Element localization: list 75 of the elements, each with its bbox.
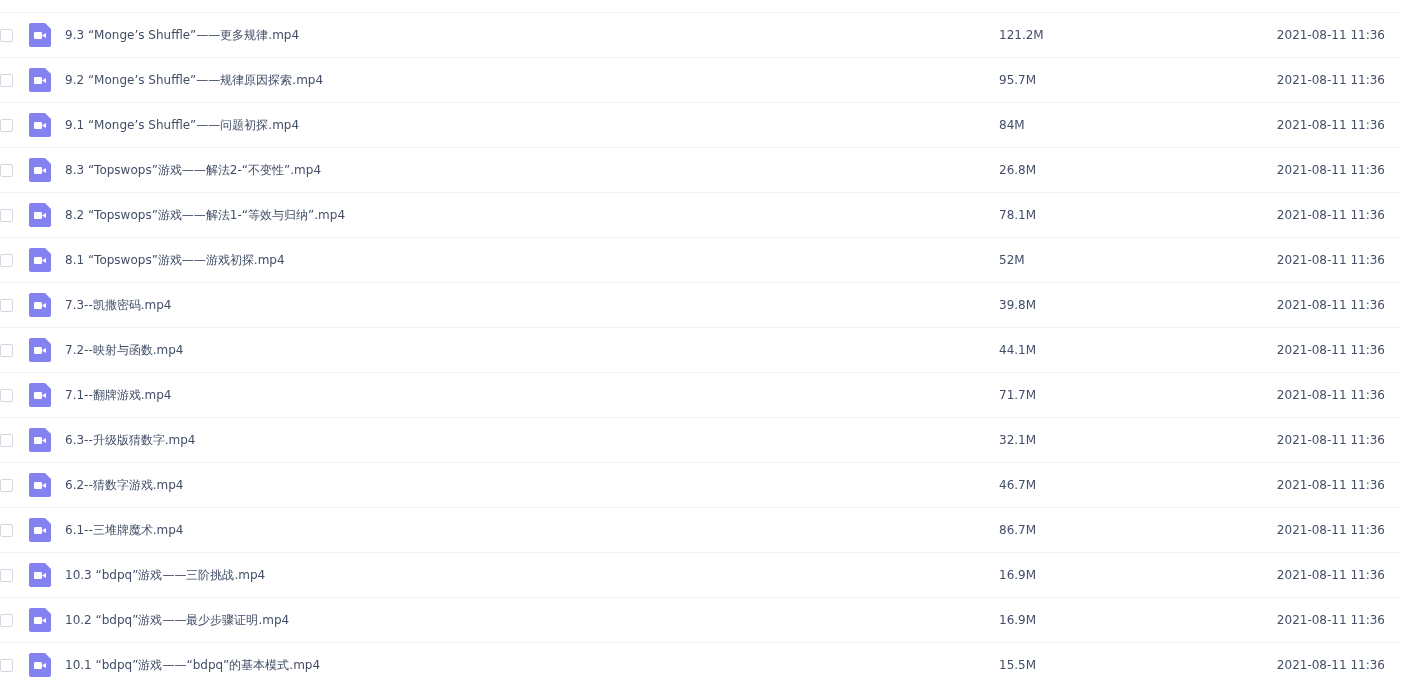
video-file-icon xyxy=(29,428,51,452)
file-name[interactable]: 6.2--猜数字游戏.mp4 xyxy=(65,476,999,494)
file-size: 15.5M xyxy=(999,658,1038,672)
modified-date: 2021-08-11 11:36 xyxy=(1276,613,1385,627)
file-name[interactable]: 7.1--翻牌游戏.mp4 xyxy=(65,386,999,404)
file-name[interactable]: 10.1 “bdpq”游戏——“bdpq”的基本模式.mp4 xyxy=(65,656,999,674)
file-size: 78.1M xyxy=(999,208,1038,222)
file-name[interactable]: 7.3--凯撒密码.mp4 xyxy=(65,296,999,314)
video-file-icon xyxy=(29,23,51,47)
file-size: 71.7M xyxy=(999,388,1038,402)
file-size: 84M xyxy=(999,118,1026,132)
modified-date: 2021-08-11 11:36 xyxy=(1276,343,1385,357)
file-size: 44.1M xyxy=(999,343,1038,357)
video-file-icon xyxy=(29,383,51,407)
file-size: 16.9M xyxy=(999,568,1038,582)
video-file-icon xyxy=(29,113,51,137)
modified-date: 2021-08-11 11:36 xyxy=(1276,478,1385,492)
modified-date: 2021-08-11 11:36 xyxy=(1276,523,1385,537)
file-size: 95.7M xyxy=(999,73,1038,87)
checkbox[interactable] xyxy=(0,118,13,132)
modified-date: 2021-08-11 11:36 xyxy=(1276,118,1385,132)
video-file-icon xyxy=(29,203,51,227)
file-size: 32.1M xyxy=(999,433,1038,447)
file-size: 46.7M xyxy=(999,478,1038,492)
checkbox[interactable] xyxy=(0,478,13,492)
checkbox[interactable] xyxy=(0,28,13,42)
file-name[interactable]: 9.1 “Monge’s Shuffle”——问题初探.mp4 xyxy=(65,116,999,134)
checkbox[interactable] xyxy=(0,568,13,582)
file-name[interactable]: 10.3 “bdpq”游戏——三阶挑战.mp4 xyxy=(65,566,999,584)
checkbox[interactable] xyxy=(0,298,13,312)
checkbox[interactable] xyxy=(0,253,13,267)
checkbox[interactable] xyxy=(0,658,13,672)
file-size: 52M xyxy=(999,253,1026,267)
video-file-icon xyxy=(29,338,51,362)
checkbox[interactable] xyxy=(0,523,13,537)
modified-date: 2021-08-11 11:36 xyxy=(1276,208,1385,222)
video-file-icon xyxy=(29,248,51,272)
checkbox[interactable] xyxy=(0,163,13,177)
modified-date: 2021-08-11 11:36 xyxy=(1276,28,1385,42)
video-file-icon xyxy=(29,293,51,317)
video-file-icon xyxy=(29,473,51,497)
modified-date: 2021-08-11 11:36 xyxy=(1276,433,1385,447)
video-file-icon xyxy=(29,158,51,182)
checkbox[interactable] xyxy=(0,208,13,222)
modified-date: 2021-08-11 11:36 xyxy=(1276,253,1385,267)
modified-date: 2021-08-11 11:36 xyxy=(1276,163,1385,177)
modified-date: 2021-08-11 11:36 xyxy=(1276,73,1385,87)
file-name[interactable]: 8.3 “Topswops”游戏——解法2-“不变性”.mp4 xyxy=(65,161,999,179)
modified-date: 2021-08-11 11:36 xyxy=(1276,568,1385,582)
checkbox[interactable] xyxy=(0,343,13,357)
file-name[interactable]: 6.1--三堆牌魔术.mp4 xyxy=(65,521,999,539)
video-file-icon xyxy=(29,68,51,92)
file-size: 26.8M xyxy=(999,163,1038,177)
file-name[interactable]: 8.1 “Topswops”游戏——游戏初探.mp4 xyxy=(65,251,999,269)
checkbox[interactable] xyxy=(0,388,13,402)
file-name[interactable]: 8.2 “Topswops”游戏——解法1-“等效与归纳”.mp4 xyxy=(65,206,999,224)
file-name[interactable]: 9.2 “Monge’s Shuffle”——规律原因探索.mp4 xyxy=(65,71,999,89)
file-name[interactable]: 10.2 “bdpq”游戏——最少步骤证明.mp4 xyxy=(65,611,999,629)
modified-date: 2021-08-11 11:36 xyxy=(1276,298,1385,312)
checkbox[interactable] xyxy=(0,73,13,87)
video-file-icon xyxy=(29,608,51,632)
file-name[interactable]: 7.2--映射与函数.mp4 xyxy=(65,341,999,359)
file-size: 39.8M xyxy=(999,298,1038,312)
video-file-icon xyxy=(29,563,51,587)
checkbox[interactable] xyxy=(0,613,13,627)
modified-date: 2021-08-11 11:36 xyxy=(1276,388,1385,402)
video-file-icon xyxy=(29,518,51,542)
file-name[interactable]: 6.3--升级版猜数字.mp4 xyxy=(65,431,999,449)
file-name[interactable]: 9.3 “Monge’s Shuffle”——更多规律.mp4 xyxy=(65,26,999,44)
file-size: 86.7M xyxy=(999,523,1038,537)
checkbox[interactable] xyxy=(0,433,13,447)
file-size: 121.2M xyxy=(999,28,1045,42)
video-file-icon xyxy=(29,653,51,677)
file-size: 16.9M xyxy=(999,613,1038,627)
modified-date: 2021-08-11 11:36 xyxy=(1276,658,1385,672)
